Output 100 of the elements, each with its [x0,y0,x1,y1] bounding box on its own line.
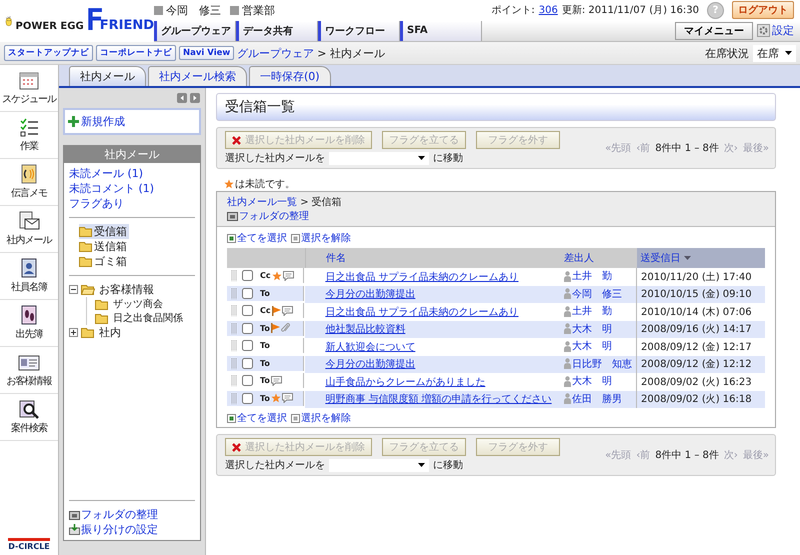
calendar-icon [18,70,40,90]
search-icon [18,399,40,419]
date-cell: 2008/09/02 (火) 16:18 [636,390,765,408]
date-cell: 2008/09/16 (火) 14:17 [636,320,765,338]
expand-toggle-icon[interactable] [69,328,78,337]
subject-link[interactable]: 日之出食品 サプライ品未納のクレームあり [325,272,518,283]
organize-folders-link[interactable]: フォルダの整理 [227,209,765,223]
rail-item[interactable]: お客様情報 [0,347,58,394]
folder-icon [79,256,93,267]
subject-link[interactable]: 日之出食品 サプライ品未納のクレームあり [325,306,518,318]
row-checkbox[interactable] [242,358,253,368]
department-name: 営業部 [242,2,275,18]
my-menu-button[interactable]: マイメニュー [675,22,753,40]
row-checkbox[interactable] [242,392,253,404]
folder-item[interactable]: お客様情報 [81,282,154,297]
sender-link[interactable]: 土井 勤 [564,304,612,318]
organize-folders-link[interactable]: フォルダの整理 [69,507,195,522]
date-cell: 2010/11/20 (土) 17:40 [636,268,765,286]
date-cell: 2010/10/15 (金) 09:10 [636,286,765,303]
folder-item[interactable]: 送信箱 [79,239,129,254]
sender-link[interactable]: 大木 明 [564,374,612,388]
column-header[interactable]: 送受信日 [636,248,765,268]
nav-tab[interactable]: ワークフロー [318,20,400,41]
rail-item[interactable]: 社員名簿 [0,253,58,300]
person-icon [564,358,571,369]
collapse-toggle-icon[interactable] [69,285,78,294]
nav-tab[interactable]: SFA [400,20,482,41]
folder-item[interactable]: 受信箱 [79,224,129,239]
company-logo: D-CIRCLE [8,538,50,551]
new-message-button[interactable]: 新規作成 [63,108,201,135]
recipient-type: To [260,376,270,385]
drag-handle-icon[interactable] [231,270,237,281]
mail-icon [18,211,40,231]
row-checkbox[interactable] [242,340,253,351]
points-link[interactable]: 306 [538,4,558,16]
row-checkbox[interactable] [242,288,253,298]
star-icon [224,179,234,189]
breadcrumb-current: > 社内メール [317,46,385,60]
settings-link[interactable]: 設定 [757,23,794,38]
quick-link[interactable]: 未読メール (1) [69,166,195,181]
sender-link[interactable]: 大木 明 [564,339,612,353]
rail-item[interactable]: スケジュール [0,65,58,112]
tab[interactable]: 社内メール [69,66,146,86]
select-all-link[interactable]: 全てを選択 [227,411,287,425]
checkbox-icon [227,414,236,422]
move-label: 選択した社内メールを [225,458,325,472]
date-cell: 2008/09/12 (金) 12:12 [636,356,765,373]
folder-item[interactable]: ゴミ箱 [79,254,129,269]
drag-handle-icon[interactable] [231,340,237,351]
deselect-link[interactable]: 選択を解除 [291,231,351,245]
logout-button[interactable]: ログアウト [732,1,794,20]
navi-button[interactable]: Navi View [179,46,234,60]
subject-link[interactable]: 山手食品からクレームがありました [325,376,486,388]
settings-icon [757,24,770,38]
caret-icon [418,156,425,160]
sender-link[interactable]: 土井 勤 [564,269,612,283]
sort-caret-icon [684,256,690,260]
row-checkbox[interactable] [242,322,253,334]
presence-label: 在席状況 [705,46,749,60]
open-folder-icon [81,284,95,295]
folder-organize-icon [227,211,238,221]
folder-item[interactable]: ザッツ商会 [95,297,195,311]
rail-item[interactable]: 案件検索 [0,394,58,441]
tray-icon [69,524,80,535]
recipient-type: To [260,288,270,298]
quick-link[interactable]: 未読コメント (1) [69,181,195,196]
tab[interactable]: 社内メール検索 [148,66,247,86]
select-all-link[interactable]: 全てを選択 [227,231,287,245]
column-header[interactable]: 差出人 [560,248,636,268]
box-title: 社内メール [64,146,200,163]
drag-handle-icon[interactable] [231,375,237,386]
page-title: 受信箱一覧 [216,93,776,121]
rail-item[interactable]: 社内メール [0,206,58,253]
row-checkbox[interactable] [242,375,253,386]
row-checkbox[interactable] [242,305,253,316]
collapse-icon[interactable] [177,93,201,103]
rail-item[interactable]: 伝言メモ [0,159,58,206]
navi-button[interactable]: コーポレートナビ [96,45,176,61]
nav-tab[interactable]: グループウェア [154,20,236,41]
nav-tab[interactable]: データ共有 [236,20,318,41]
folder-item[interactable]: 社内 [81,325,121,340]
person-icon [564,376,571,386]
rail-item[interactable]: 出先簿 [0,300,58,347]
rail-item[interactable]: 作業 [0,112,58,159]
row-checkbox[interactable] [242,270,253,281]
navi-button[interactable]: スタートアップナビ [4,45,93,61]
sort-rules-link[interactable]: 振り分けの設定 [69,522,195,537]
folder-icon [81,327,95,338]
drag-handle-icon[interactable] [231,305,237,316]
presence-select[interactable]: 在席 [753,44,796,62]
subject-link[interactable]: 新人歓迎会について [325,342,416,353]
deselect-link[interactable]: 選択を解除 [291,411,351,425]
folder-icon [95,312,109,324]
breadcrumb-link[interactable]: グループウェア [237,46,314,60]
column-header[interactable]: 件名 [305,248,560,268]
tab[interactable]: 一時保存(0) [249,66,331,86]
path-link[interactable]: 社内メール一覧 [227,197,297,208]
path-current: > 受信箱 [300,197,342,208]
quick-link[interactable]: フラグあり [69,196,195,211]
folder-item[interactable]: 日之出食品関係 [95,311,195,325]
